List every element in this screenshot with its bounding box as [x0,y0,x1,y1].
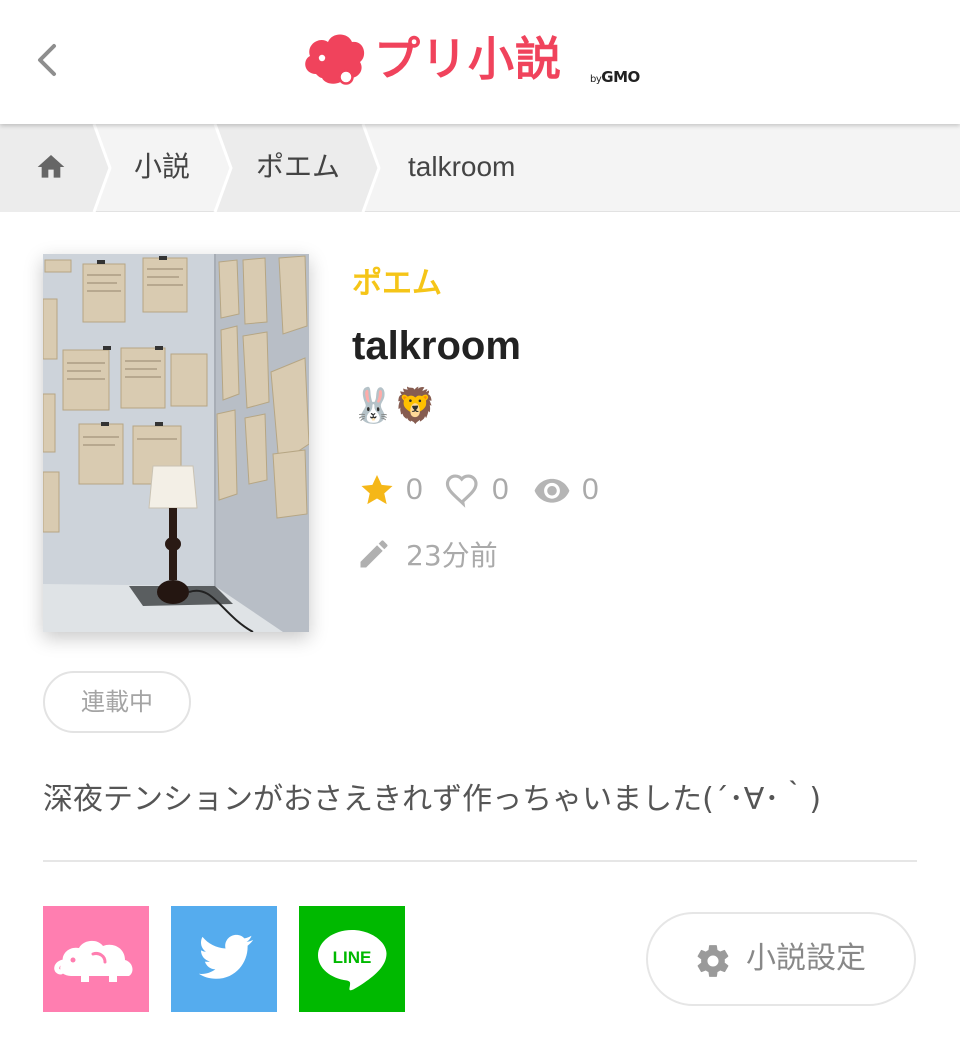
breadcrumb: 小説 ポエム talkroom [0,124,960,212]
breadcrumb-item-novel[interactable]: 小説 [134,124,190,212]
chevron-left-icon [38,44,56,76]
eye-icon [534,478,570,503]
genre-label[interactable]: ポエム [352,258,442,302]
updated-row: 23分前 [356,534,498,574]
settings-label: 小説設定 [746,941,866,976]
logo-cloud-icon [305,34,365,85]
stat-views: 0 [532,470,599,510]
breadcrumb-item-poem[interactable]: ポエム [256,124,340,212]
novel-description: 深夜テンションがおさえきれず作っちゃいました(´･∀･｀) [43,782,822,817]
share-line-button[interactable]: LINE [299,906,405,1012]
elephant-icon [43,906,149,1012]
app-header: プリ小説 byGMO [0,0,960,124]
logo-text: プリ小説 [374,32,562,86]
updated-time: 23分前 [406,539,498,572]
share-prism-button[interactable] [43,906,149,1012]
logo-gmo: byGMO [590,68,640,86]
twitter-icon [171,906,277,1012]
home-icon[interactable] [35,151,67,183]
gear-icon [697,945,729,977]
novel-emoji: 🐰🦁 [352,386,437,426]
app-logo[interactable]: プリ小説 byGMO [302,26,662,96]
back-button[interactable] [28,38,68,82]
novel-title: talkroom [352,324,521,368]
star-icon [361,474,393,505]
breadcrumb-item-current: talkroom [408,151,516,182]
line-icon: LINE [299,906,405,1012]
divider [43,860,917,862]
views-count: 0 [582,473,599,506]
svg-text:LINE: LINE [333,948,372,967]
heart-icon [445,474,478,508]
novel-settings-button[interactable]: 小説設定 [646,912,916,1006]
stars-count: 0 [406,473,423,506]
cover-image [43,254,309,632]
share-twitter-button[interactable] [171,906,277,1012]
stat-likes: 0 [444,470,509,510]
likes-count: 0 [492,473,509,506]
stat-stars: 0 [358,470,423,510]
status-badge: 連載中 [43,671,191,733]
pencil-icon [360,540,388,568]
